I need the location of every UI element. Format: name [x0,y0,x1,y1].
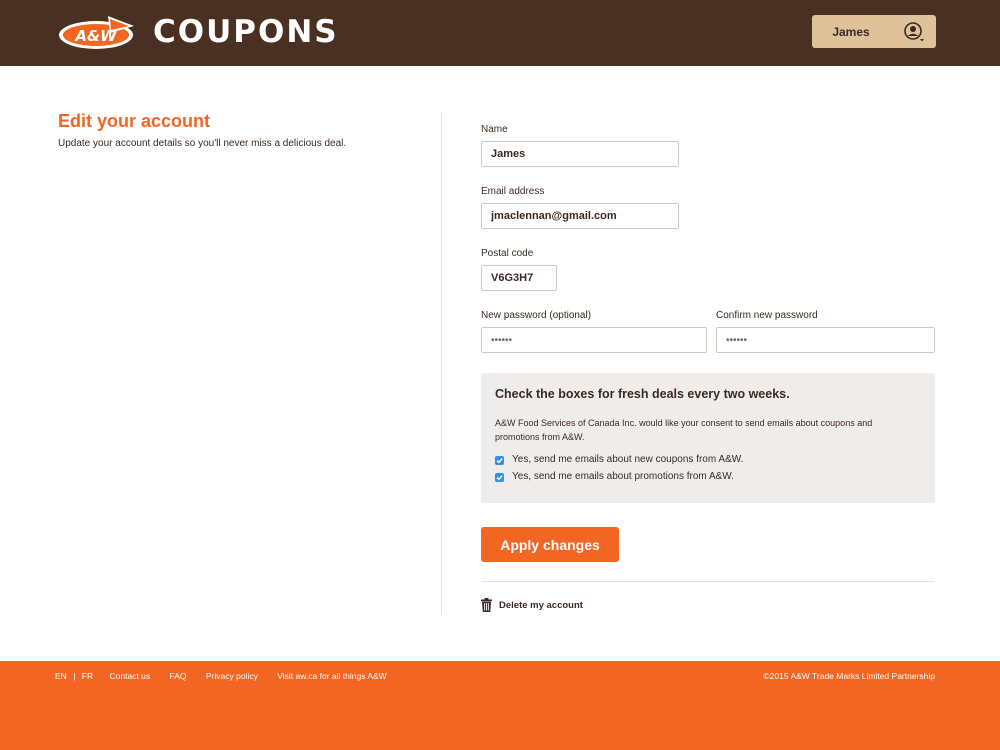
copyright-text: ©2015 A&W Trade Marks Limited Partnershi… [763,671,935,681]
email-field[interactable] [481,203,679,229]
actions-divider [481,581,935,582]
visit-aw-link[interactable]: Visit aw.ca for all things A&W [277,671,386,681]
confirm-password-label: Confirm new password [716,310,818,321]
coupons-checkbox-label: Yes, send me emails about new coupons fr… [512,454,744,465]
new-password-field[interactable] [481,327,707,353]
page-subtitle: Update your account details so you'll ne… [58,138,347,149]
page-brand-title: COUPONS [153,14,339,50]
name-label: Name [481,124,508,135]
postal-code-label: Postal code [481,248,534,259]
consent-text: A&W Food Services of Canada Inc. would l… [495,418,873,442]
checkmark-icon [496,458,503,464]
checkmark-icon [496,475,503,481]
consent-title: Check the boxes for fresh deals every tw… [495,387,790,401]
delete-account-label: Delete my account [499,600,583,611]
aw-logo[interactable]: A&W [58,12,138,52]
privacy-policy-link[interactable]: Privacy policy [206,671,258,681]
trash-icon [481,598,492,612]
user-name: James [832,25,870,39]
faq-link[interactable]: FAQ [170,671,187,681]
user-menu-button[interactable]: James [812,15,936,48]
postal-code-field[interactable] [481,265,557,291]
coupons-checkbox[interactable] [495,456,504,465]
language-separator: | [73,671,76,681]
confirm-password-field[interactable] [716,327,935,353]
footer-links: EN | FR Contact us FAQ Privacy policy Vi… [55,671,387,681]
email-label: Email address [481,186,545,197]
new-password-label: New password (optional) [481,310,592,321]
language-en-link[interactable]: EN [55,671,67,681]
promotions-checkbox[interactable] [495,473,504,482]
user-circle-icon [904,22,924,42]
contact-us-link[interactable]: Contact us [110,671,151,681]
name-field[interactable] [481,141,679,167]
language-fr-link[interactable]: FR [82,671,93,681]
promotions-checkbox-label: Yes, send me emails about promotions fro… [512,471,734,482]
site-header: A&W COUPONS James [0,0,1000,66]
site-footer: EN | FR Contact us FAQ Privacy policy Vi… [0,661,1000,750]
column-divider [441,112,442,615]
consent-panel: Check the boxes for fresh deals every tw… [481,373,935,503]
apply-changes-button[interactable]: Apply changes [481,527,619,562]
svg-text:A&W: A&W [74,27,118,45]
page-title: Edit your account [58,111,211,131]
